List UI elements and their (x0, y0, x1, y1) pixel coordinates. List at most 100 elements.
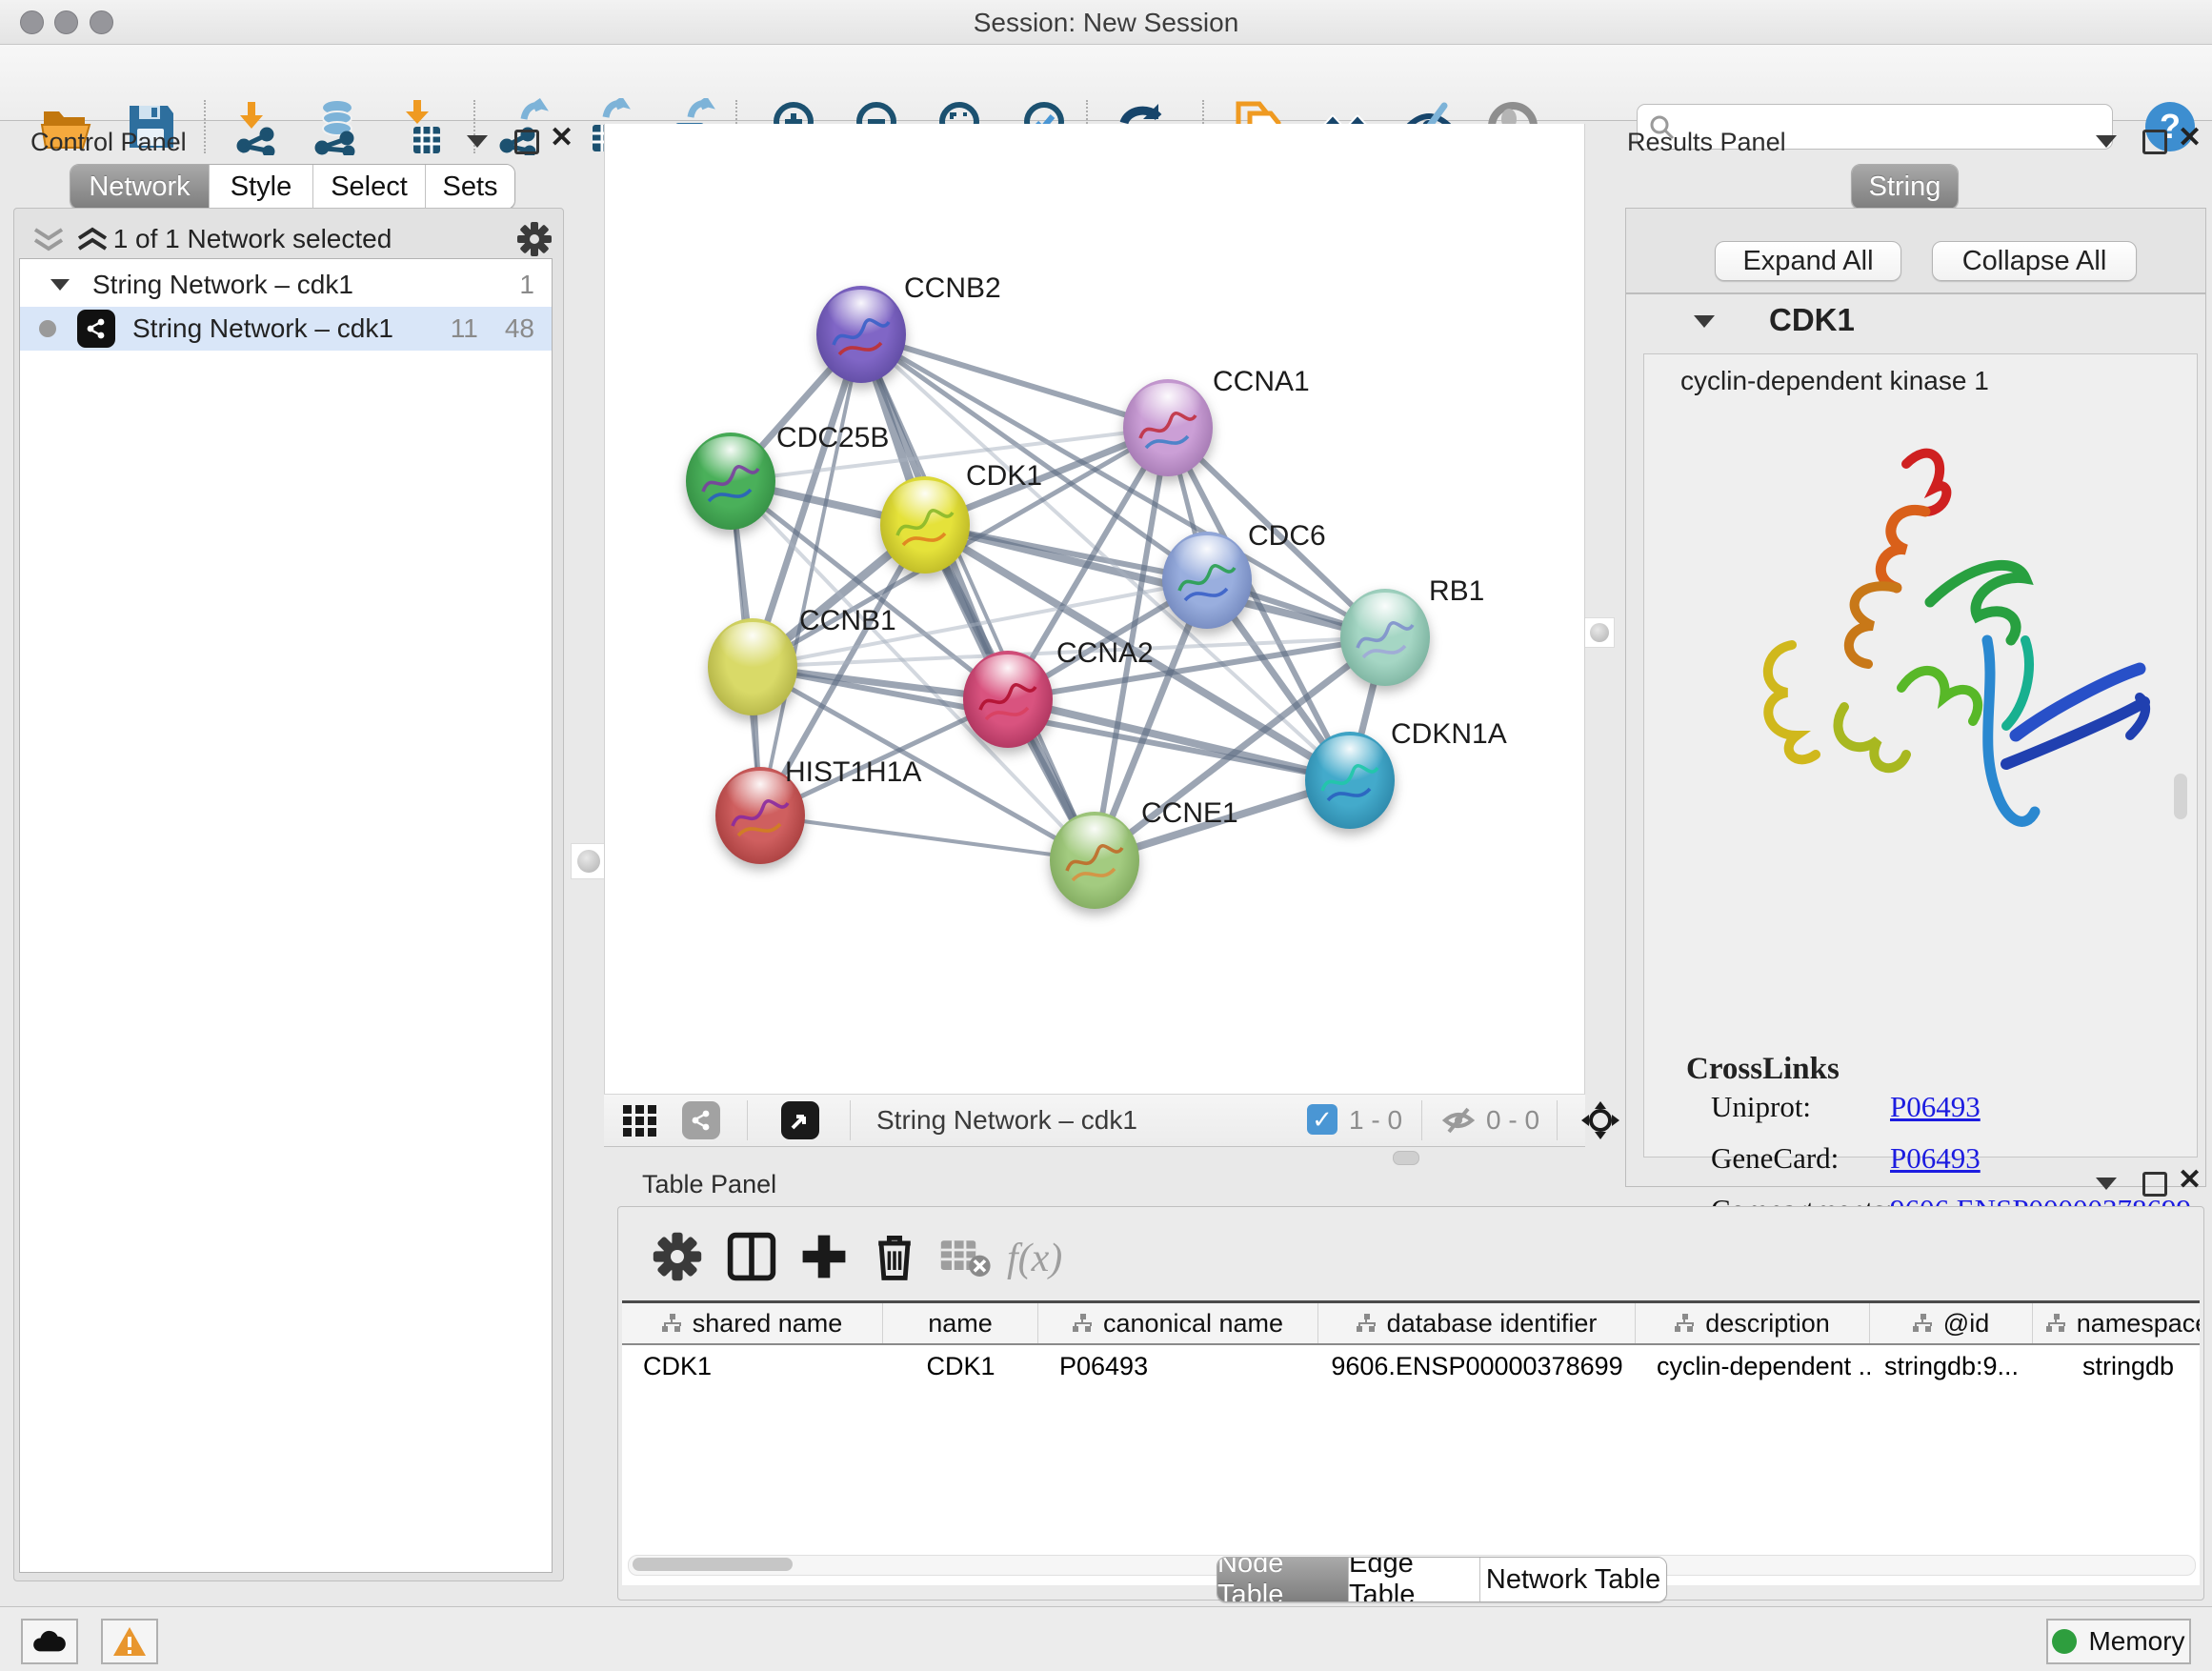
collection-expander-icon[interactable] (50, 279, 70, 291)
network-list: String Network – cdk1 1 String Network –… (19, 258, 553, 1573)
node-label-ccnb2: CCNB2 (904, 272, 1001, 305)
table-panel-title: Table Panel (642, 1170, 776, 1199)
status-bar: Memory (0, 1606, 2212, 1671)
hscrollbar-thumb[interactable] (633, 1558, 793, 1571)
network-node-ccnb2[interactable] (816, 286, 906, 383)
network-selected-status: 1 of 1 Network selected (14, 224, 491, 254)
tab-network[interactable]: Network (70, 165, 209, 209)
column-header-namespace[interactable]: namespace (2033, 1303, 2200, 1343)
column-header-database-identifier[interactable]: database identifier (1318, 1303, 1636, 1343)
control-panel-title: Control Panel (30, 128, 187, 157)
network-node-cdc25b[interactable] (686, 433, 775, 530)
protein-squiggle-icon (1162, 532, 1252, 629)
collapse-all-button[interactable]: Collapse All (1932, 241, 2137, 281)
cloud-icon (31, 1628, 68, 1655)
table-cell[interactable]: 9606.ENSP00000378699 (1318, 1345, 1636, 1387)
column-header-canonical-name[interactable]: canonical name (1038, 1303, 1318, 1343)
expand-all-button[interactable]: Expand All (1715, 241, 1901, 281)
column-type-icon (662, 1314, 683, 1333)
network-view-toolbar: String Network – cdk1 ✓ 1 - 0 0 - 0 (604, 1094, 1585, 1147)
node-gloss (718, 622, 786, 667)
table-cell[interactable]: CDK1 (883, 1345, 1038, 1387)
table-cell[interactable]: stringdb:9... (1870, 1345, 2033, 1387)
memory-label: Memory (2088, 1626, 2184, 1657)
network-node-ccna2[interactable] (963, 651, 1053, 748)
toolbar-separator (850, 1100, 851, 1140)
hidden-eye-icon[interactable] (1442, 1107, 1475, 1134)
gene-details-box: cyclin-dependent kinase 1 (1643, 353, 2198, 1158)
column-header-shared-name[interactable]: shared name (622, 1303, 883, 1343)
panel-menu-icon[interactable] (467, 135, 488, 148)
node-label-cdc25b: CDC25B (776, 422, 889, 454)
control-panel-tabs: NetworkStyleSelectSets (70, 164, 515, 210)
memory-status-icon (2052, 1629, 2077, 1654)
panel-menu-icon[interactable] (2096, 1178, 2117, 1190)
tab-style[interactable]: Style (209, 165, 312, 209)
table-cell[interactable]: cyclin-dependent ... (1636, 1345, 1870, 1387)
network-node-cdk1[interactable] (880, 476, 970, 574)
protein-squiggle-icon (816, 286, 906, 383)
tab-sets[interactable]: Sets (425, 165, 514, 209)
cloud-button[interactable] (21, 1619, 78, 1664)
column-header--id[interactable]: @id (1870, 1303, 2033, 1343)
network-node-cdkn1a[interactable] (1305, 732, 1395, 829)
node-table: shared namenamecanonical namedatabase id… (622, 1300, 2200, 1585)
trash-icon[interactable] (868, 1230, 921, 1283)
network-collection-row[interactable]: String Network – cdk1 1 (20, 263, 552, 307)
network-node-ccne1[interactable] (1050, 812, 1139, 909)
delete-table-icon[interactable] (938, 1230, 992, 1283)
tab-network-table[interactable]: Network Table (1479, 1558, 1666, 1601)
tab-select[interactable]: Select (312, 165, 425, 209)
share-view-icon[interactable] (682, 1101, 720, 1139)
network-node-rb1[interactable] (1340, 589, 1430, 686)
columns-icon[interactable] (725, 1230, 778, 1283)
panel-close-icon[interactable]: ✕ (2178, 1170, 2202, 1191)
left-splitter-handle[interactable] (571, 843, 607, 879)
tab-string[interactable]: String (1852, 165, 1958, 209)
selected-checkbox[interactable]: ✓ (1307, 1104, 1337, 1135)
results-scrollbar-thumb[interactable] (2174, 774, 2187, 819)
add-column-icon[interactable] (797, 1230, 851, 1283)
panel-float-icon[interactable] (514, 130, 539, 154)
table-header-row: shared namenamecanonical namedatabase id… (622, 1303, 2200, 1345)
network-row-selected[interactable]: String Network – cdk1 11 48 (20, 307, 552, 351)
column-header-description[interactable]: description (1636, 1303, 1870, 1343)
gene-description: cyclin-dependent kinase 1 (1680, 366, 1989, 396)
grid-view-icon[interactable] (623, 1105, 657, 1137)
network-row-label: String Network – cdk1 (132, 313, 393, 344)
column-header-name[interactable]: name (883, 1303, 1038, 1343)
panel-close-icon[interactable]: ✕ (550, 128, 573, 149)
panel-float-icon[interactable] (2142, 130, 2167, 154)
external-window-icon[interactable] (781, 1101, 819, 1139)
tab-node-table[interactable]: Node Table (1217, 1558, 1348, 1601)
tab-edge-table[interactable]: Edge Table (1348, 1558, 1479, 1601)
section-expander-icon[interactable] (1694, 315, 1715, 328)
selected-count: 1 - 0 (1349, 1105, 1402, 1136)
network-edge-count: 48 (505, 313, 534, 344)
table-cell[interactable]: CDK1 (622, 1345, 883, 1387)
network-node-ccna1[interactable] (1123, 379, 1213, 476)
network-view-canvas[interactable]: CCNB2CCNA1CDC25BCDK1CDC6RB1CCNB1CCNA2CDK… (604, 124, 1585, 1094)
panel-close-icon[interactable]: ✕ (2178, 128, 2202, 149)
splitter-grip[interactable] (1393, 1151, 1419, 1165)
protein-squiggle-icon (1050, 812, 1139, 909)
table-cell[interactable]: stringdb (2033, 1345, 2200, 1387)
warning-icon (112, 1626, 147, 1657)
gear-icon[interactable] (515, 220, 553, 258)
protein-squiggle-icon (1340, 589, 1430, 686)
table-cell[interactable]: P06493 (1038, 1345, 1318, 1387)
network-node-cdc6[interactable] (1162, 532, 1252, 629)
window-title: Session: New Session (0, 8, 2212, 38)
crosslink-link[interactable]: P06493 (1890, 1090, 1981, 1124)
collection-count: 1 (519, 270, 534, 300)
panel-menu-icon[interactable] (2096, 135, 2117, 148)
function-fx-icon: f(x) (1007, 1236, 1062, 1289)
gear-icon[interactable] (651, 1230, 704, 1283)
crosslinks-title: CrossLinks (1686, 1052, 1840, 1087)
memory-button[interactable]: Memory (2046, 1619, 2191, 1664)
panel-float-icon[interactable] (2142, 1172, 2167, 1197)
network-node-ccnb1[interactable] (708, 618, 797, 715)
table-row[interactable]: CDK1CDK1P064939606.ENSP00000378699cyclin… (622, 1345, 2200, 1387)
warning-button[interactable] (101, 1619, 158, 1664)
column-type-icon (1675, 1314, 1696, 1333)
